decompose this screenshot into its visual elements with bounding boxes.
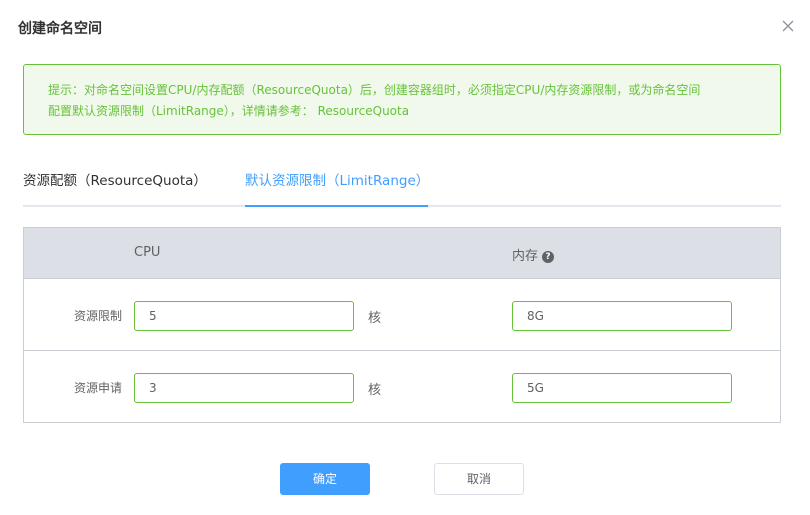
row-label-request: 资源申请	[73, 381, 122, 395]
header-cpu: CPU	[134, 245, 161, 260]
header-memory-label: 内存	[512, 249, 539, 264]
memory-limit-input[interactable]	[512, 301, 732, 331]
table-row: 资源限制 核	[24, 279, 780, 351]
close-icon[interactable]	[778, 16, 798, 36]
question-circle-icon[interactable]: ?	[542, 251, 555, 263]
dialog-title: 创建命名空间	[18, 21, 102, 37]
tab-limit-range[interactable]: 默认资源限制（LimitRange）	[245, 169, 429, 189]
header-memory: 内存?	[512, 245, 555, 264]
table-header: CPU 内存?	[24, 228, 780, 279]
table-row: 资源申请 核	[24, 351, 780, 423]
tab-resource-quota[interactable]: 资源配额（ResourceQuota）	[23, 169, 207, 189]
memory-request-input[interactable]	[512, 373, 732, 403]
cpu-unit-label: 核	[368, 311, 382, 326]
tab-bar: 资源配额（ResourceQuota） 默认资源限制（LimitRange）	[23, 157, 781, 207]
cpu-request-input[interactable]	[134, 373, 354, 403]
row-label-limit: 资源限制	[73, 309, 122, 323]
cancel-button[interactable]: 取消	[434, 463, 524, 495]
cpu-limit-input[interactable]	[134, 301, 354, 331]
alert-line-2: 配置默认资源限制（LimitRange），详情请参考： ResourceQuot…	[48, 104, 410, 118]
active-tab-indicator	[245, 205, 428, 207]
limit-range-table: CPU 内存? 资源限制 核 资源申请 核	[23, 227, 781, 423]
alert-line-1: 提示：对命名空间设置CPU/内存配额（ResourceQuota）后，创建容器组…	[48, 83, 701, 97]
cpu-unit-label: 核	[368, 383, 382, 398]
info-alert: 提示：对命名空间设置CPU/内存配额（ResourceQuota）后，创建容器组…	[23, 64, 781, 135]
confirm-button[interactable]: 确定	[280, 463, 370, 495]
